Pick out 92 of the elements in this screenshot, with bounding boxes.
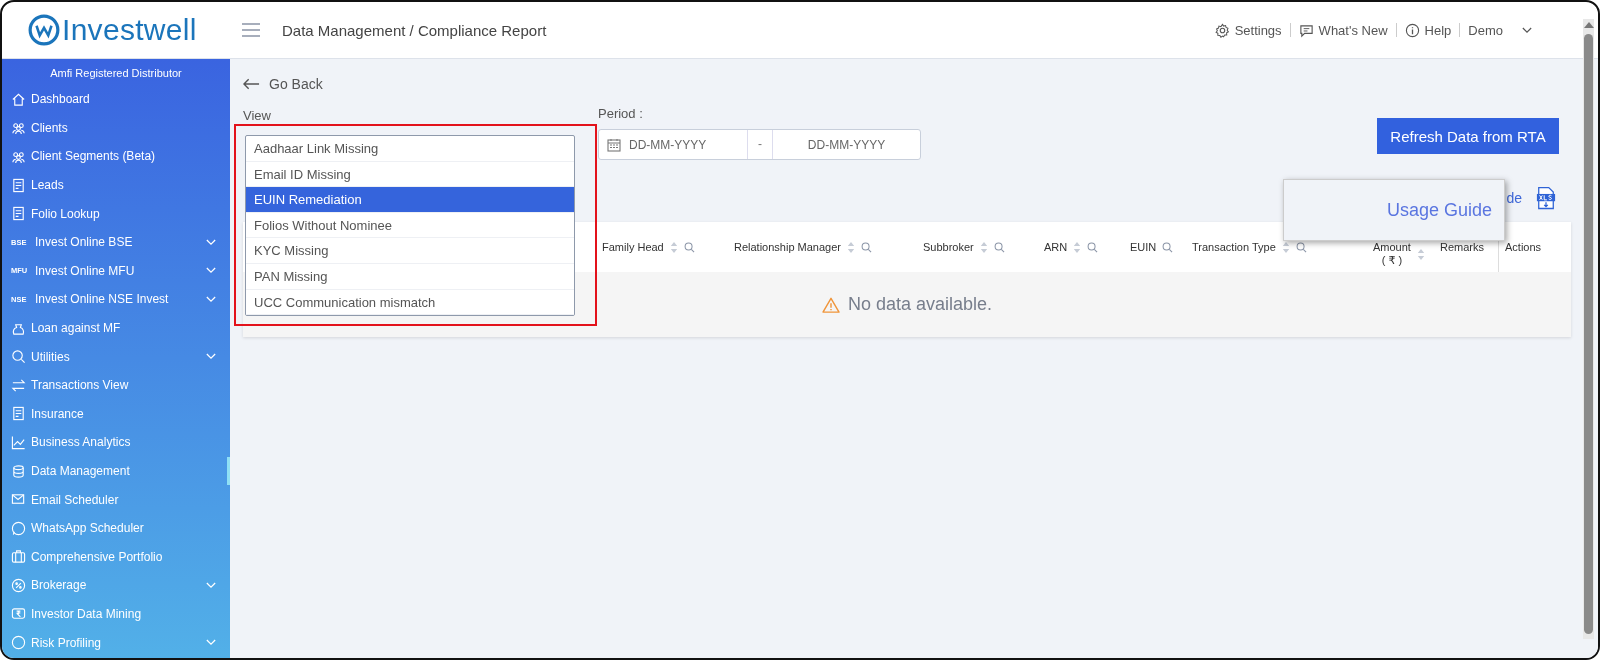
dropdown-option[interactable]: EUIN Remediation [246,187,574,213]
sidebar-item[interactable]: Loan against MF [2,313,230,343]
sidebar-item[interactable]: Folio Lookup [2,199,230,228]
sort-icon[interactable] [669,240,678,254]
column-header[interactable]: EUIN [1130,222,1192,272]
field-label: View [243,108,271,123]
chat-icon [1298,22,1314,38]
date-input[interactable]: DD-MM-YYYY [621,137,747,152]
column-header[interactable]: Relationship Manager [734,222,923,272]
doc-icon [11,406,26,422]
sidebar-item[interactable]: Comprehensive Portfolio [2,542,230,572]
column-header[interactable]: Transaction Type [1192,222,1373,272]
chevron-down-icon [206,267,216,275]
search-icon[interactable] [993,241,1005,253]
sidebar-item[interactable]: Brokerage [2,571,230,600]
chat-icon [11,520,26,536]
usage-guide-link[interactable]: de [1506,190,1522,206]
go-back-link[interactable]: Go Back [243,75,1598,93]
sidebar-item[interactable]: Risk Profiling [2,628,230,657]
refresh-button[interactable]: Refresh Data from RTA [1377,118,1559,154]
sidebar-caption: Amfi Registered Distributor [49,66,183,81]
sidebar-item[interactable]: Client Segments (Beta) [2,142,230,171]
sidebar-item[interactable]: Data Management [2,456,230,486]
people-icon [11,120,26,136]
scroll-up-icon[interactable] [1583,22,1594,28]
case-icon [11,549,26,565]
header-link[interactable]: Help [1404,22,1452,38]
dropdown-option[interactable]: Folios Without Nominee [246,212,574,239]
date-range-field[interactable]: DD-MM-YYYY - DD-MM-YYYY [598,129,921,160]
sort-icon[interactable] [979,240,988,254]
search-icon[interactable] [1087,241,1099,253]
sidebar-item[interactable]: Leads [2,170,230,200]
sort-icon[interactable] [1073,240,1082,254]
calendar-icon [607,137,621,152]
doc-icon [11,177,26,193]
user-menu[interactable]: Demo [1468,22,1532,38]
sort-icon[interactable] [847,240,855,254]
dropdown-option[interactable]: UCC Communication mismatch [246,289,574,316]
chevron-down-icon [206,295,216,303]
home-icon [11,91,26,107]
search-icon[interactable] [861,241,872,253]
people-icon [11,149,26,164]
chevron-down-icon [206,639,216,647]
sidebar-item[interactable]: Insurance [2,399,230,429]
rupee-icon [11,606,26,622]
chevron-down-icon [206,238,216,246]
sidebar-item[interactable]: Utilities [2,342,230,371]
dropdown-option[interactable]: Aadhaar Link Missing [246,136,574,162]
circle-icon [11,635,26,651]
sidebar-item[interactable]: Business Analytics [2,428,230,457]
breadcrumb: Data Management / Compliance Report [282,21,547,39]
column-header[interactable]: Family Head [602,222,734,272]
menu-icon[interactable] [242,23,260,37]
stack-icon [11,463,26,479]
header-link[interactable]: Settings [1214,22,1282,38]
dropdown-option[interactable]: KYC Missing [246,238,574,264]
warning-icon [821,296,840,313]
date-input[interactable]: DD-MM-YYYY [772,130,920,159]
scrollbar[interactable] [1583,19,1594,639]
arrow-left-icon [243,78,260,90]
range-separator: - [747,130,772,159]
chevron-down-icon [1522,26,1532,34]
column-header[interactable]: ARN [1044,222,1130,272]
chevron-down-icon [206,353,216,361]
header-link[interactable]: What's New [1298,22,1388,38]
search-icon[interactable] [683,241,695,253]
sort-icon[interactable] [1281,240,1290,254]
excel-download-icon[interactable] [1536,185,1556,211]
logo-text: Investwell [62,13,197,47]
sidebar-item[interactable]: Email Scheduler [2,485,230,514]
swap-icon [11,377,26,393]
search-icon[interactable] [1162,241,1174,253]
logo-icon [28,14,60,46]
sidebar-item[interactable]: Clients [2,113,230,143]
percent-icon [11,577,26,593]
column-header[interactable]: Amount ( ₹ ) [1373,222,1440,272]
chart-icon [11,434,26,450]
empty-message: No data available. [847,294,993,315]
sidebar-item[interactable]: WhatsApp Scheduler [2,513,230,543]
column-header[interactable]: Subbroker [923,222,1044,272]
search-icon [11,349,26,365]
usage-guide-link[interactable]: Usage Guide [1386,199,1492,221]
sidebar-item[interactable]: Dashboard [2,85,230,114]
field-label: Period : [598,106,644,121]
sidebar-item[interactable]: Transactions View [2,370,230,400]
dropdown-option[interactable]: PAN Missing [246,263,574,290]
sort-icon[interactable] [1416,247,1425,261]
chevron-down-icon [206,581,216,589]
sidebar-item[interactable]: Investor Data Mining [2,599,230,629]
info-icon [1404,22,1420,38]
settings-icon [1214,22,1230,38]
search-icon[interactable] [1295,241,1307,253]
